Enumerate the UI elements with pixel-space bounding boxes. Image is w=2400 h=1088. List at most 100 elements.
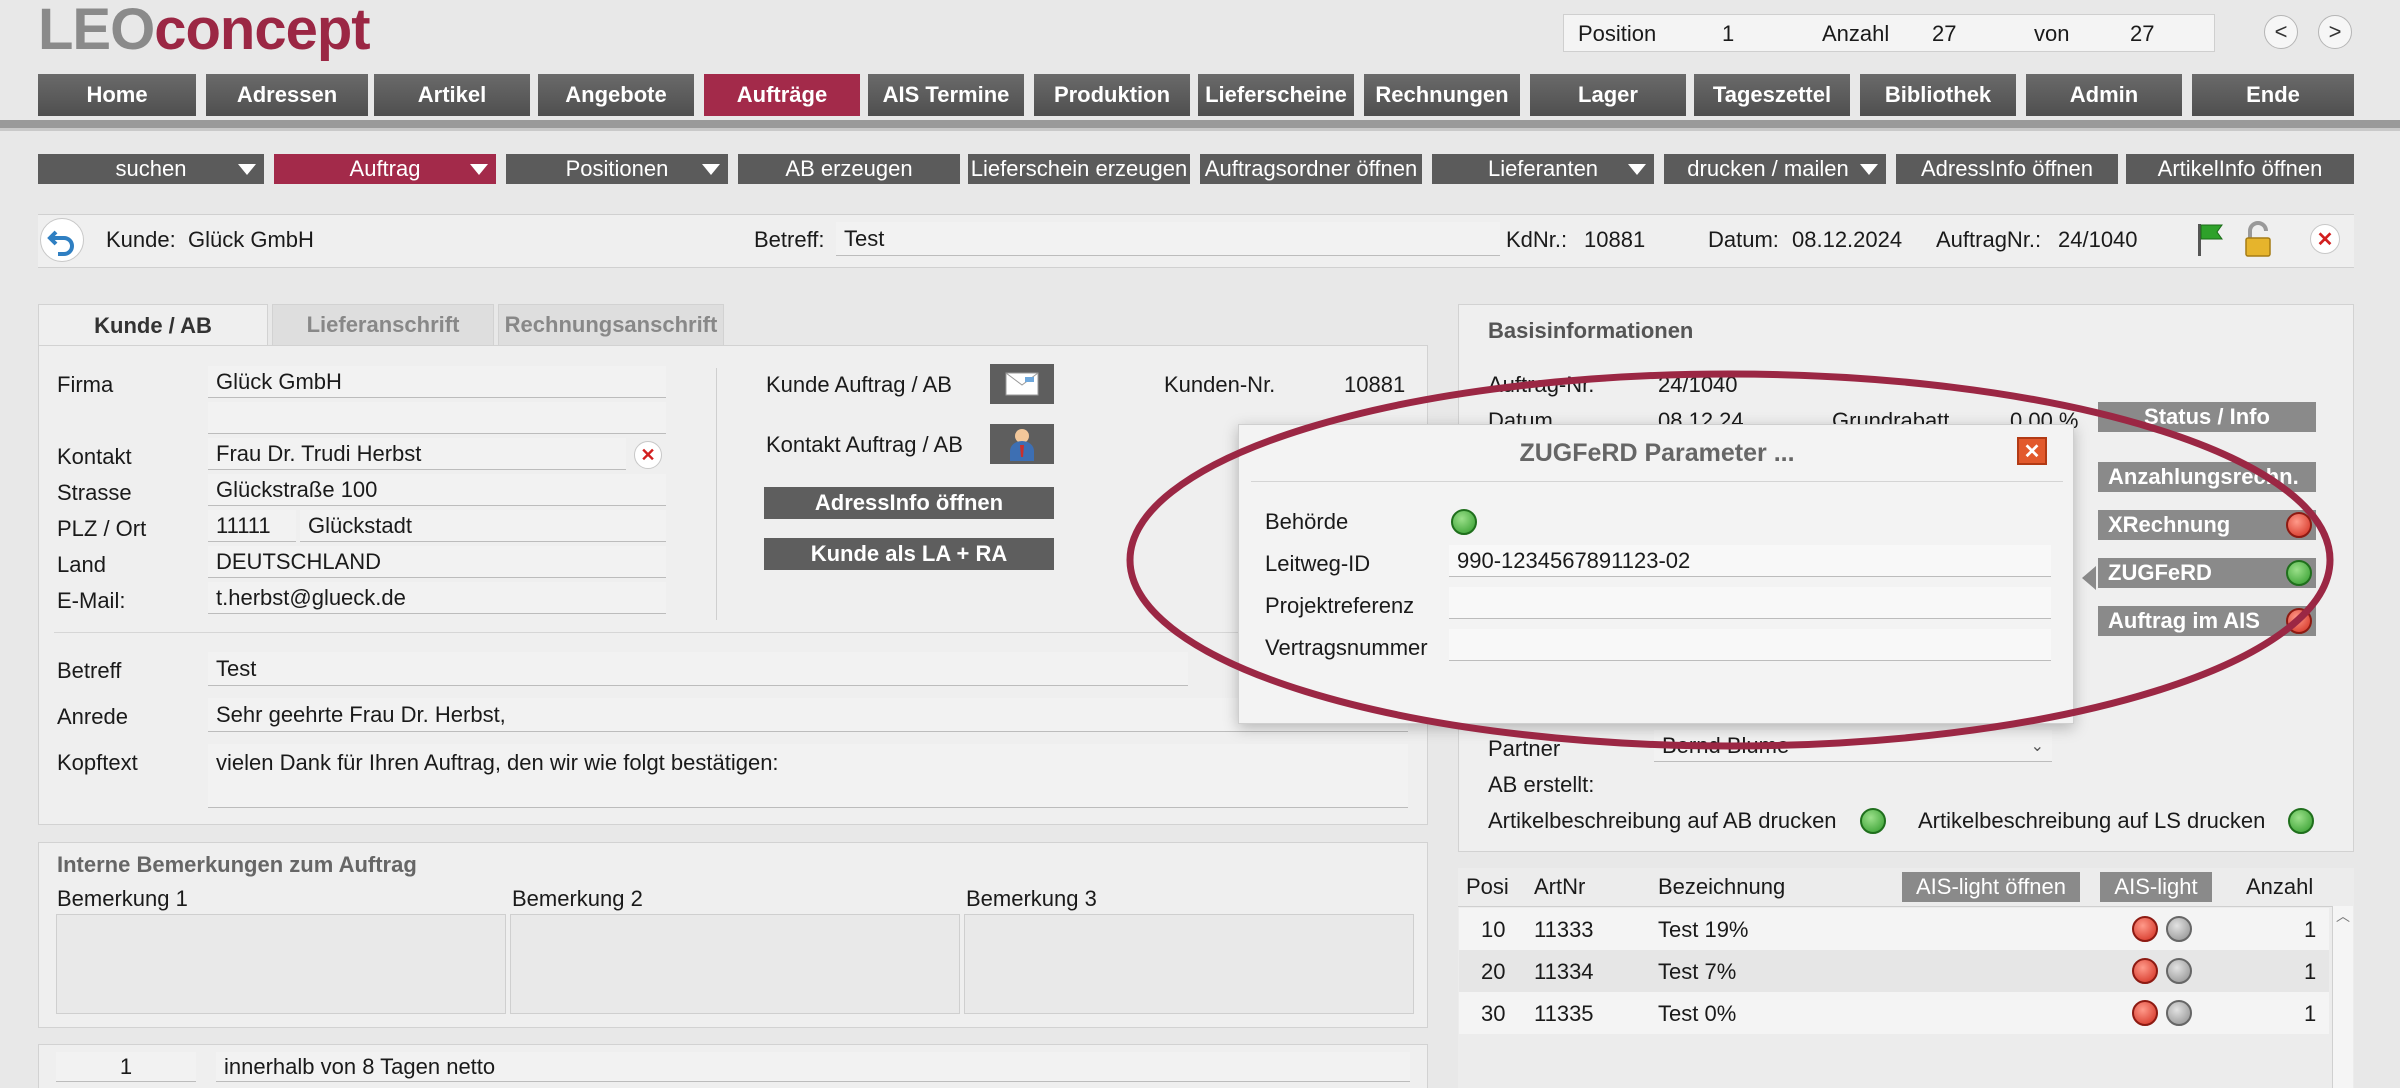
menu-produktion[interactable]: Produktion (1034, 74, 1190, 116)
datum-value: 08.12.2024 (1792, 227, 1903, 252)
toggle-artikelbeschreibung-ab[interactable] (1860, 808, 1886, 834)
chevron-down-icon (238, 164, 256, 175)
menu-rechnungen[interactable]: Rechnungen (1364, 74, 1520, 116)
artikelinfo-button[interactable]: ArtikelInfo öffnen (2126, 154, 2354, 184)
chevron-up-icon[interactable]: ︿ (2333, 906, 2353, 926)
auftrag-dropdown[interactable]: Auftrag (274, 154, 496, 184)
table-row[interactable]: 10 11333 Test 19% 1 (1459, 908, 2329, 950)
ais-light-column-button[interactable]: AIS-light (2100, 872, 2212, 902)
header-separator (0, 120, 2400, 128)
bemerkung-1-field[interactable] (56, 914, 506, 1014)
back-icon[interactable] (40, 218, 84, 262)
betreff-header-field[interactable]: Test (836, 222, 1500, 256)
strasse-label: Strasse (57, 480, 132, 505)
bemerkung-1-label: Bemerkung 1 (57, 886, 188, 911)
betreff-label: Betreff (57, 658, 122, 683)
lieferanten-dropdown[interactable]: Lieferanten (1432, 154, 1654, 184)
annotation-ellipse (1126, 370, 2334, 750)
payment-number-field[interactable]: 1 (56, 1052, 196, 1082)
artikelbeschreibung-ls-label: Artikelbeschreibung auf LS drucken (1918, 808, 2266, 833)
land-field[interactable]: DEUTSCHLAND (208, 546, 666, 578)
tab-lieferanschrift[interactable]: Lieferanschrift (272, 304, 494, 346)
close-order-button[interactable]: ✕ (2310, 224, 2340, 254)
lock-icon[interactable] (2238, 220, 2278, 266)
email-label: E-Mail: (57, 588, 126, 613)
adressinfo-button[interactable]: AdressInfo öffnen (1896, 154, 2118, 184)
kontakt-field[interactable]: Frau Dr. Trudi Herbst (208, 438, 626, 470)
bemerkung-2-field[interactable] (510, 914, 960, 1014)
envelope-icon (1005, 372, 1039, 396)
adressinfo-open-button[interactable]: AdressInfo öffnen (764, 487, 1054, 519)
menu-bibliothek[interactable]: Bibliothek (1860, 74, 2016, 116)
record-position-box: Position 1 Anzahl 27 von 27 (1563, 14, 2215, 52)
ais-light-open-button[interactable]: AIS-light öffnen (1902, 872, 2080, 902)
menu-auftraege[interactable]: Aufträge (704, 74, 860, 116)
menu-artikel[interactable]: Artikel (374, 74, 530, 116)
bemerkung-2-label: Bemerkung 2 (512, 886, 643, 911)
position-value: 1 (1722, 21, 1735, 46)
land-label: Land (57, 552, 106, 577)
betreff-header-label: Betreff: (754, 227, 825, 252)
kunde-la-ra-button[interactable]: Kunde als LA + RA (764, 538, 1054, 570)
status-red-icon[interactable] (2132, 1000, 2158, 1026)
status-red-icon[interactable] (2132, 916, 2158, 942)
kdnr-value: 10881 (1584, 227, 1646, 252)
status-grey-icon[interactable] (2166, 1000, 2192, 1026)
kunde-ab-mail-button[interactable] (990, 364, 1054, 404)
strasse-field[interactable]: Glückstraße 100 (208, 474, 666, 506)
menu-ende[interactable]: Ende (2192, 74, 2354, 116)
count-label: Anzahl (1822, 21, 1890, 46)
menu-lager[interactable]: Lager (1530, 74, 1686, 116)
clear-kontakt-button[interactable]: ✕ (634, 441, 662, 469)
chevron-down-icon (1628, 164, 1646, 175)
plz-field[interactable]: 11111 (208, 510, 296, 542)
flag-icon[interactable] (2194, 222, 2226, 264)
highlight-ellipse (1126, 370, 2334, 750)
close-icon: ✕ (640, 444, 656, 465)
kontakt-ab-person-button[interactable] (990, 424, 1054, 464)
auftragnr-value: 24/1040 (2058, 227, 2138, 252)
bemerkung-3-field[interactable] (964, 914, 1414, 1014)
tab-kunde-ab[interactable]: Kunde / AB (38, 304, 268, 346)
kopftext-label: Kopftext (57, 750, 138, 775)
tab-rechnungsanschrift[interactable]: Rechnungsanschrift (498, 304, 724, 346)
menu-tageszettel[interactable]: Tageszettel (1694, 74, 1850, 116)
auftragnr-label: AuftragNr.: (1936, 227, 2042, 252)
search-dropdown[interactable]: suchen (38, 154, 264, 184)
positionen-dropdown[interactable]: Positionen (506, 154, 728, 184)
drucken-mailen-dropdown[interactable]: drucken / mailen (1664, 154, 1886, 184)
next-record-button[interactable]: > (2318, 15, 2352, 49)
menu-angebote[interactable]: Angebote (538, 74, 694, 116)
artikelbeschreibung-ab-label: Artikelbeschreibung auf AB drucken (1488, 808, 1837, 833)
menu-adressen[interactable]: Adressen (206, 74, 368, 116)
ab-erzeugen-button[interactable]: AB erzeugen (738, 154, 960, 184)
col-bezeichnung: Bezeichnung (1658, 874, 1786, 899)
kunde-label: Kunde: (106, 227, 176, 252)
betreff-field[interactable]: Test (208, 652, 1188, 686)
ort-field[interactable]: Glückstadt (300, 510, 666, 542)
kontakt-label: Kontakt (57, 444, 132, 469)
firma-field[interactable]: Glück GmbH (208, 366, 666, 398)
firma-2-field[interactable] (208, 402, 666, 434)
status-grey-icon[interactable] (2166, 958, 2192, 984)
table-row[interactable]: 20 11334 Test 7% 1 (1459, 950, 2329, 992)
email-field[interactable]: t.herbst@glueck.de (208, 582, 666, 614)
position-label: Position (1578, 21, 1657, 46)
lieferschein-erzeugen-button[interactable]: Lieferschein erzeugen (968, 154, 1190, 184)
datum-label: Datum: (1708, 227, 1779, 252)
menu-home[interactable]: Home (38, 74, 196, 116)
status-grey-icon[interactable] (2166, 916, 2192, 942)
main-menu: Home Adressen Artikel Angebote Aufträge … (38, 74, 2354, 116)
payment-terms-field[interactable]: innerhalb von 8 Tagen netto (216, 1052, 1410, 1082)
toggle-artikelbeschreibung-ls[interactable] (2288, 808, 2314, 834)
bemerkung-3-label: Bemerkung 3 (966, 886, 1097, 911)
menu-admin[interactable]: Admin (2026, 74, 2182, 116)
col-posi: Posi (1466, 874, 1509, 899)
menu-ais-termine[interactable]: AIS Termine (868, 74, 1024, 116)
table-scrollbar[interactable]: ︿ (2332, 906, 2353, 1088)
menu-lieferscheine[interactable]: Lieferscheine (1198, 74, 1354, 116)
table-row[interactable]: 30 11335 Test 0% 1 (1459, 992, 2329, 1034)
prev-record-button[interactable]: < (2264, 15, 2298, 49)
status-red-icon[interactable] (2132, 958, 2158, 984)
auftragsordner-button[interactable]: Auftragsordner öffnen (1200, 154, 1422, 184)
